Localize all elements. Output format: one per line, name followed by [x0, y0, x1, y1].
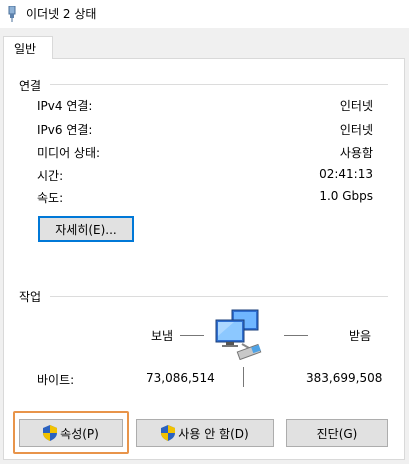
media-state-label: 미디어 상태:	[37, 146, 101, 160]
duration-value: 02:41:13	[319, 167, 373, 181]
properties-button-label: 속성(P)	[60, 426, 99, 441]
title-bar: 이더넷 2 상태	[0, 0, 409, 28]
tab-general-label: 일반	[14, 42, 37, 56]
received-label: 받음	[349, 329, 372, 343]
diagnose-button-label: 진단(G)	[316, 426, 358, 441]
sent-line	[180, 335, 204, 336]
network-computers-icon	[215, 309, 262, 360]
disable-button-label: 사용 안 함(D)	[178, 426, 249, 441]
network-adapter-icon	[8, 6, 16, 22]
ipv4-label: IPv4 연결:	[37, 99, 93, 113]
details-button[interactable]: 자세히(E)...	[38, 216, 134, 242]
received-line	[284, 335, 308, 336]
window-title: 이더넷 2 상태	[26, 7, 97, 21]
tab-panel	[3, 58, 405, 460]
bytes-label: 바이트:	[37, 373, 75, 387]
uac-shield-icon	[161, 425, 176, 441]
speed-value: 1.0 Gbps	[319, 189, 373, 203]
disable-button[interactable]: 사용 안 함(D)	[136, 419, 274, 447]
bytes-received-value: 383,699,508	[306, 371, 383, 385]
uac-shield-icon	[43, 425, 58, 441]
ipv6-value: 인터넷	[339, 123, 373, 137]
activity-heading: 작업	[19, 290, 42, 304]
duration-label: 시간:	[37, 169, 64, 183]
activity-divider	[50, 296, 388, 297]
tab-general[interactable]: 일반	[3, 36, 53, 59]
media-state-value: 사용함	[339, 146, 373, 160]
bytes-divider	[243, 367, 244, 387]
diagnose-button[interactable]: 진단(G)	[286, 419, 388, 447]
ipv6-label: IPv6 연결:	[37, 123, 93, 137]
speed-label: 속도:	[37, 191, 64, 205]
sent-label: 보냄	[151, 329, 174, 343]
bytes-sent-value: 73,086,514	[146, 371, 215, 385]
ipv4-value: 인터넷	[339, 99, 373, 113]
connection-divider	[50, 84, 388, 85]
connection-heading: 연결	[19, 79, 42, 93]
properties-button[interactable]: 속성(P)	[19, 419, 123, 447]
